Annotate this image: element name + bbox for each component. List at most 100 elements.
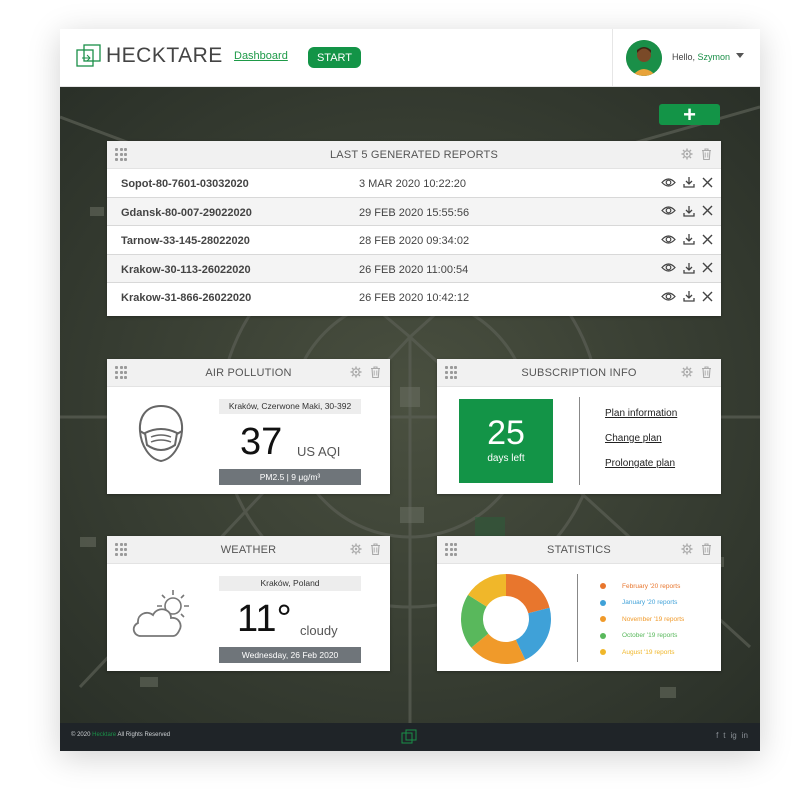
copyright: © 2020 Hecktare All Rights Reserved (71, 732, 170, 738)
legend-label: October '19 reports (622, 632, 678, 640)
legend-label: August '19 reports (622, 648, 675, 656)
reports-widget-header: LAST 5 GENERATED REPORTS (107, 141, 721, 169)
report-date: 3 MAR 2020 10:22:20 (359, 178, 467, 190)
legend-dot (600, 616, 606, 623)
eye-icon[interactable] (661, 262, 676, 273)
weather-title: WEATHER (220, 544, 277, 556)
copyright-suffix: All Rights Reserved (116, 732, 171, 738)
weather-location: Kraków, Poland (219, 576, 361, 591)
subscription-widget: SUBSCRIPTION INFO 25 days left Plan info… (437, 359, 721, 494)
download-icon[interactable] (683, 262, 695, 274)
prolongate-plan-link[interactable]: Prolongate plan (605, 458, 675, 469)
legend-dot (600, 649, 606, 656)
close-icon[interactable] (702, 205, 713, 216)
download-icon[interactable] (683, 233, 695, 245)
gear-icon[interactable] (350, 543, 362, 555)
face-mask-icon (138, 404, 184, 463)
facebook-icon[interactable]: f (716, 731, 718, 740)
instagram-icon[interactable]: ig (731, 731, 737, 740)
change-plan-link[interactable]: Change plan (605, 433, 662, 444)
weather-date: Wednesday, 26 Feb 2020 (219, 647, 361, 663)
weather-condition: cloudy (300, 623, 338, 638)
legend-label: February '20 reports (622, 582, 681, 590)
footer-logo-icon (401, 729, 417, 744)
eye-icon[interactable] (661, 205, 676, 216)
avatar[interactable] (626, 40, 662, 76)
report-row: Gdansk-80-007-29022020 29 FEB 2020 15:55… (107, 197, 721, 227)
trash-icon[interactable] (701, 366, 712, 378)
weather-widget-header: WEATHER (107, 536, 390, 564)
chevron-down-icon[interactable] (736, 53, 744, 58)
subscription-widget-header: SUBSCRIPTION INFO (437, 359, 721, 387)
user-avatar-icon (626, 40, 662, 76)
statistics-widget: STATISTICS February '20 reports January '… (437, 536, 721, 671)
divider (579, 397, 580, 485)
air-pollution-widget: AIR POLLUTION Kraków, Czerwone Maki, 30-… (107, 359, 390, 494)
plan-information-link[interactable]: Plan information (605, 408, 677, 419)
legend-item: October '19 reports (600, 628, 684, 645)
eye-icon[interactable] (661, 291, 676, 302)
start-button[interactable]: START (308, 47, 361, 68)
days-left-box: 25 days left (459, 399, 553, 483)
user-name: Szymon (697, 52, 731, 62)
report-row: Krakow-30-113-26022020 26 FEB 2020 11:00… (107, 254, 721, 284)
statistics-title: STATISTICS (547, 544, 611, 556)
gear-icon[interactable] (681, 543, 693, 555)
legend-item: February '20 reports (600, 578, 684, 595)
nav-dashboard-link[interactable]: Dashboard (234, 50, 288, 62)
linkedin-icon[interactable]: in (742, 731, 748, 740)
close-icon[interactable] (702, 262, 713, 273)
eye-icon[interactable] (661, 177, 676, 188)
legend-dot (600, 599, 606, 606)
logo-icon (76, 44, 101, 67)
trash-icon[interactable] (370, 366, 381, 378)
header-divider (612, 29, 613, 87)
download-icon[interactable] (683, 176, 695, 188)
twitter-icon[interactable]: t (723, 731, 725, 740)
download-icon[interactable] (683, 205, 695, 217)
air-widget-header: AIR POLLUTION (107, 359, 390, 387)
trash-icon[interactable] (370, 543, 381, 555)
report-name: Gdansk-80-007-29022020 (121, 206, 252, 219)
logo-text: HECKTARE (106, 44, 223, 67)
air-title: AIR POLLUTION (205, 367, 292, 379)
report-name: Sopot-80-7601-03032020 (121, 178, 249, 190)
user-greeting[interactable]: Hello, Szymon (672, 52, 730, 62)
footer-brand: Hecktare (92, 732, 117, 738)
social-links: f t ig in (716, 731, 748, 740)
legend-label: November '19 reports (622, 615, 685, 623)
top-header: HECKTARE Dashboard START Hello, Szymon (60, 29, 760, 87)
subscription-title: SUBSCRIPTION INFO (521, 367, 637, 379)
greeting-prefix: Hello, (672, 52, 698, 62)
donut-slice[interactable] (506, 574, 550, 614)
close-icon[interactable] (702, 177, 713, 188)
download-icon[interactable] (683, 290, 695, 303)
add-widget-button[interactable]: + (659, 103, 720, 125)
gear-icon[interactable] (681, 366, 693, 378)
close-icon[interactable] (702, 234, 713, 245)
close-icon[interactable] (702, 291, 713, 302)
aqi-unit: US AQI (297, 444, 341, 459)
copyright-prefix: © 2020 (71, 732, 93, 738)
gear-icon[interactable] (681, 148, 693, 160)
legend-item: August '19 reports (600, 644, 684, 661)
report-name: Krakow-30-113-26022020 (121, 263, 251, 276)
gear-icon[interactable] (350, 366, 362, 378)
statistics-widget-header: STATISTICS (437, 536, 721, 564)
eye-icon[interactable] (661, 234, 676, 245)
report-name: Tarnow-33-145-28022020 (121, 235, 250, 248)
legend-dot (600, 632, 606, 639)
trash-icon[interactable] (701, 148, 712, 160)
app-window: HECKTARE Dashboard START Hello, Szymon +… (60, 29, 760, 751)
days-left-value: 25 (487, 414, 525, 452)
legend-item: November '19 reports (600, 611, 684, 628)
temperature-value: 11° (237, 598, 292, 640)
report-row: Krakow-31-866-26022020 26 FEB 2020 10:42… (107, 283, 721, 312)
legend-item: January '20 reports (600, 595, 684, 612)
air-location: Kraków, Czerwone Maki, 30-392 (219, 399, 361, 414)
reports-list: Sopot-80-7601-03032020 3 MAR 2020 10:22:… (107, 169, 721, 312)
trash-icon[interactable] (701, 543, 712, 555)
logo[interactable]: HECKTARE (76, 43, 223, 69)
footer: © 2020 Hecktare All Rights Reserved f t … (60, 723, 760, 751)
donut-chart (461, 574, 551, 664)
